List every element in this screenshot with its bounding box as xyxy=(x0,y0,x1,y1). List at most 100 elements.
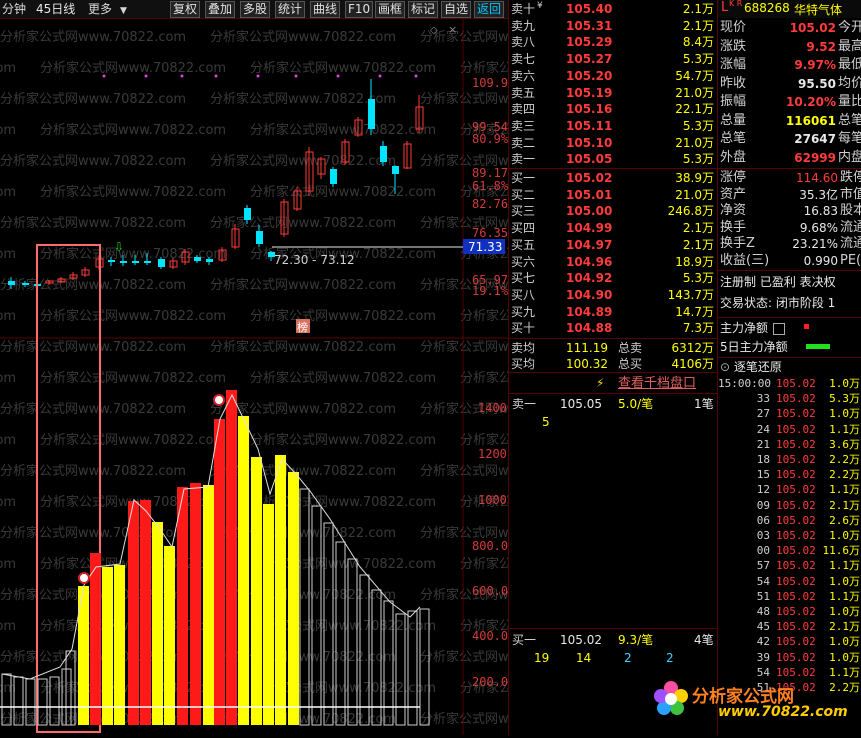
watermark-text: 分析家公式网www.70822.com xyxy=(0,91,186,107)
volume-axis-label: 800.0 xyxy=(472,539,508,553)
bid1-price: 105.02 xyxy=(560,633,602,647)
ask-level-price[interactable]: 105.40 xyxy=(566,1,612,17)
list-icon[interactable] xyxy=(773,323,785,335)
close-icon[interactable]: × xyxy=(448,23,457,36)
tick-time: 45 xyxy=(756,620,770,634)
tick-volume: 1.1万 xyxy=(829,483,860,497)
main-flow-label[interactable]: 主力净额 xyxy=(720,320,768,336)
ask-level-price[interactable]: 105.27 xyxy=(566,51,612,67)
watermark-text: 分析家公式网www.70822.com xyxy=(40,432,226,448)
ask-level-label: 卖六 xyxy=(511,68,536,83)
ask-level-volume: 5.3万 xyxy=(682,52,714,67)
summary-tag: 总买 xyxy=(618,357,643,371)
tick-volume: 2.2万 xyxy=(829,453,860,466)
quote-key: 现价 xyxy=(720,20,747,35)
bid-level-price[interactable]: 105.01 xyxy=(566,187,612,203)
candle-body xyxy=(8,281,15,285)
stock-name[interactable]: 华特气体 xyxy=(794,1,842,18)
ask-level-price[interactable]: 105.10 xyxy=(566,135,612,151)
price-tag-value: 71.33 xyxy=(468,240,502,254)
quote-key: 涨跌 xyxy=(720,38,747,54)
toolbar-button-curve[interactable]: 曲线 xyxy=(310,1,341,18)
tick-time: 21 xyxy=(756,437,770,451)
period-selector[interactable]: 45日线 xyxy=(36,1,75,17)
ask-level-price[interactable]: 105.20 xyxy=(566,68,612,84)
bid-level-price[interactable]: 104.90 xyxy=(566,287,612,303)
bid-level-price[interactable]: 105.02 xyxy=(566,170,612,186)
quote2-key-2: 流通 xyxy=(840,236,861,251)
quote-key-2: 内盘 xyxy=(838,149,861,165)
main-flow5-label[interactable]: 5日主力净额 xyxy=(720,339,788,355)
period-minute-label[interactable]: 分钟 xyxy=(2,1,26,17)
more-menu[interactable]: 更多 xyxy=(88,1,112,17)
watermark-text: 分析家公式网www.70822.com xyxy=(420,649,508,665)
tick-volume: 1.1万 xyxy=(829,422,860,436)
more-dropdown-icon[interactable]: ▼ xyxy=(120,3,127,19)
candle-body xyxy=(392,166,399,174)
bid-level-price[interactable]: 104.99 xyxy=(566,220,612,236)
ask-level-label: 卖九 xyxy=(511,18,536,33)
watermark-text: 分析家公式网www.70822.com xyxy=(420,711,508,727)
watermark-text: 分析家公式网www.70822.com xyxy=(420,463,508,479)
depth-book-link[interactable]: 查看千档盘口 xyxy=(618,376,696,392)
toolbar-button-multi[interactable]: 多股 xyxy=(240,1,271,18)
toolbar-button-watchlist[interactable]: 自选 xyxy=(441,1,472,18)
bid-level-price[interactable]: 104.88 xyxy=(566,320,612,336)
summary-tag: 总卖 xyxy=(618,341,643,355)
volume-bar xyxy=(347,558,358,726)
watermark-text: 分析家公式网www.70822.com xyxy=(210,339,396,355)
quote2-key: 涨停 xyxy=(720,170,747,185)
bid-level-volume: 38.9万 xyxy=(675,171,714,185)
ask-level-label: 卖四 xyxy=(511,102,536,117)
bid-level-price[interactable]: 104.89 xyxy=(566,304,612,320)
ask-level-price[interactable]: 105.29 xyxy=(566,34,612,50)
chart-toolbar: 分钟 45日线 更多 ▼ 复权 叠加 多股 统计 曲线 F10 画框 标记 自选… xyxy=(0,0,508,19)
tick-volume: 11.6万 xyxy=(822,544,861,558)
tick-price: 105.02 xyxy=(776,665,816,679)
ask-level-price[interactable]: 105.19 xyxy=(566,85,612,101)
price-axis-label: 82.76 xyxy=(472,197,508,211)
ask-level-price[interactable]: 105.31 xyxy=(566,18,612,34)
tick-volume: 2.1万 xyxy=(829,498,860,512)
ask-level-label: 卖五 xyxy=(511,85,536,100)
diamond-icon[interactable]: ◇ xyxy=(430,25,438,36)
toolbar-button-stats[interactable]: 统计 xyxy=(275,1,306,18)
toolbar-button-mark[interactable]: 标记 xyxy=(408,1,439,18)
quote-key: 涨幅 xyxy=(720,57,747,72)
quote-key: 总笔 xyxy=(720,131,747,146)
bid-level-price[interactable]: 104.97 xyxy=(566,237,612,253)
bid-level-price[interactable]: 104.92 xyxy=(566,270,612,286)
volume-axis-label: 1200 xyxy=(478,447,507,461)
ask-level-price[interactable]: 105.11 xyxy=(566,118,612,134)
ask-level-volume: 5.3万 xyxy=(682,152,714,167)
watermark-text: 分析家公式网www.70822.com xyxy=(210,463,396,479)
bid-level-price[interactable]: 104.96 xyxy=(566,254,612,270)
signal-ball-icon xyxy=(78,572,90,584)
toolbar-button-adjust[interactable]: 复权 xyxy=(170,1,201,18)
stock-code[interactable]: 688268 xyxy=(744,1,790,15)
collapse-icon[interactable]: ⊙ xyxy=(720,360,730,374)
ask-level-price[interactable]: 105.05 xyxy=(566,151,612,167)
tick-price: 105.02 xyxy=(776,392,816,406)
toolbar-button-f10[interactable]: F10 xyxy=(345,1,374,18)
watermark-text: 分析家公式网www.70822.com xyxy=(460,556,508,572)
volume-axis-label: 200.0 xyxy=(472,675,508,689)
toolbar-button-frame[interactable]: 画框 xyxy=(375,1,406,18)
volume-bar xyxy=(238,416,249,725)
candle-body xyxy=(144,261,151,263)
ask-level-price[interactable]: 105.16 xyxy=(566,101,612,117)
ask1-count: 1笔 xyxy=(694,397,714,411)
bid-level-price[interactable]: 105.00 xyxy=(566,203,612,219)
toolbar-button-back[interactable]: 返回 xyxy=(474,1,505,18)
watermark-text: 分析家公式网www.70822.com xyxy=(250,60,436,76)
kline-chart[interactable]: 分析家公式网www.70822.com 分析家公式网www.70822.com 分析… xyxy=(0,19,646,735)
bid-level-volume: 2.1万 xyxy=(682,221,714,236)
quote-key-2: 最高 xyxy=(838,38,861,54)
signal-dot xyxy=(214,74,218,78)
bid1-queue: 2 xyxy=(624,651,632,665)
volume-bar xyxy=(251,457,262,725)
summary-price: 100.32 xyxy=(566,357,608,371)
kline-chart-area[interactable]: 分析家公式网www.70822.com 分析家公式网www.70822.com 分析… xyxy=(0,19,646,735)
toolbar-button-overlay[interactable]: 叠加 xyxy=(205,1,236,18)
quote-value: 9.97% xyxy=(794,58,836,72)
